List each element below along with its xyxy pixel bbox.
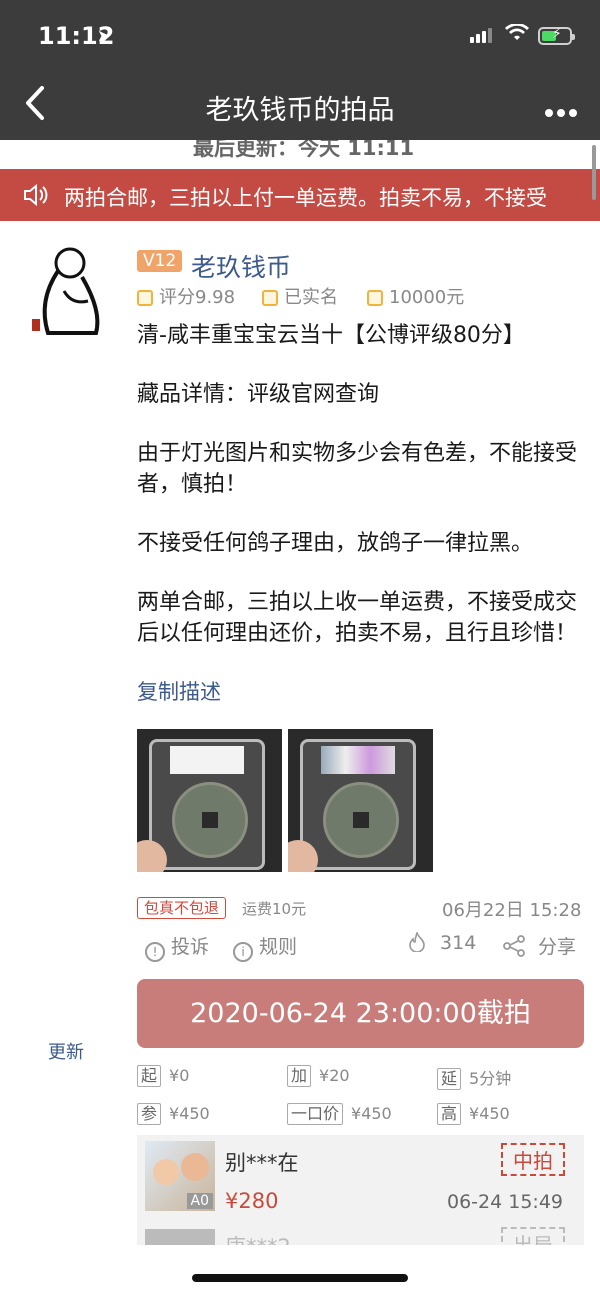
- reference-price-value: ¥450: [169, 1104, 210, 1123]
- share-button[interactable]: 分享: [502, 932, 576, 959]
- start-price-value: ¥0: [169, 1066, 190, 1085]
- page-title: 老玖钱币的拍品: [205, 95, 395, 126]
- start-price: 起 ¥0: [137, 1065, 189, 1087]
- desc-paragraph: 藏品详情：评级官网查询: [137, 382, 380, 407]
- guarantee-badge: 包真不包退: [137, 897, 227, 919]
- item-title: 清-咸丰重宝宝云当十【公博评级80分】: [137, 323, 525, 348]
- refresh-button[interactable]: 更新: [48, 1038, 84, 1064]
- bidder-avatar[interactable]: A0: [145, 1141, 215, 1211]
- speaker-icon: [22, 182, 48, 212]
- buy-now-value: ¥450: [351, 1104, 392, 1123]
- desc-paragraph: 两单合邮，三拍以上收一单运费，不接受成交后以任何理由还价，拍卖不易，且行且珍惜！: [137, 590, 578, 646]
- share-label: 分享: [538, 936, 577, 958]
- post-date: 06月22日 15:28: [442, 900, 582, 921]
- item-photo-back[interactable]: [288, 729, 433, 872]
- verified-text: 已实名: [284, 287, 338, 308]
- top-bar: 11:12 ➤ ⚡ 老玖钱币的拍品: [0, 0, 600, 140]
- last-updated-text: 最后更新：今天 11:11: [193, 140, 415, 160]
- scrollbar[interactable]: [592, 145, 596, 200]
- share-icon: [502, 935, 532, 958]
- high-price: 高 ¥450: [437, 1103, 510, 1125]
- copy-description-link[interactable]: 复制描述: [137, 676, 221, 706]
- bidder-level: A0: [186, 1193, 213, 1209]
- id-verified-icon: [262, 290, 278, 306]
- extension-key: 延: [437, 1068, 462, 1090]
- buy-now-price: 一口价 ¥450: [287, 1103, 392, 1125]
- bid-price: ¥280: [225, 1189, 279, 1213]
- bidder-name: 别***在: [225, 1151, 299, 1175]
- report-button[interactable]: ! 投诉: [145, 932, 209, 962]
- item-description: 清-咸丰重宝宝云当十【公博评级80分】 藏品详情：评级官网查询 由于灯光图片和实…: [137, 320, 585, 677]
- shipping-fee: 运费10元: [242, 900, 307, 918]
- desc-paragraph: 由于灯光图片和实物多少会有色差，不能接受者，慎拍！: [137, 441, 578, 497]
- deposit-icon: [367, 290, 383, 306]
- increment-value: ¥20: [319, 1066, 350, 1085]
- bid-time: 06-24 15:49: [447, 1191, 564, 1213]
- bidder-name: 庚***2: [225, 1231, 291, 1245]
- fire-icon: [408, 930, 432, 954]
- seller-name[interactable]: 老玖钱币: [191, 248, 291, 284]
- battery-icon: ⚡: [538, 26, 575, 45]
- rules-button[interactable]: i 规则: [233, 932, 297, 962]
- deposit-text: 10000元: [389, 287, 465, 308]
- notice-banner: 两拍合邮，三拍以上付一单运费。拍卖不易，不接受: [0, 169, 600, 221]
- reference-price: 参 ¥450: [137, 1103, 210, 1125]
- winning-stamp: 中拍: [501, 1143, 565, 1176]
- views-count: 314: [408, 930, 477, 954]
- more-button[interactable]: [545, 102, 581, 121]
- rules-label: 规则: [259, 936, 298, 958]
- rating-icon: [137, 290, 153, 306]
- desc-paragraph: 不接受任何鸽子理由，放鸽子一律拉黑。: [137, 531, 534, 556]
- bidder-avatar[interactable]: [145, 1229, 215, 1245]
- nav-bar: 老玖钱币的拍品: [0, 72, 600, 140]
- seller-avatar[interactable]: [18, 241, 120, 343]
- item-photo-front[interactable]: [137, 729, 282, 872]
- increment-key: 加: [287, 1065, 312, 1087]
- outbid-stamp: 出局: [501, 1227, 565, 1245]
- extension-value: 5分钟: [469, 1069, 512, 1088]
- increment: 加 ¥20: [287, 1065, 350, 1087]
- last-updated: 最后更新：今天 11:11: [0, 140, 600, 168]
- reference-price-key: 参: [137, 1103, 162, 1125]
- high-price-key: 高: [437, 1103, 462, 1125]
- extension: 延 5分钟: [437, 1065, 511, 1090]
- status-bar: 11:12 ➤ ⚡: [0, 0, 600, 72]
- location-icon: ➤: [97, 26, 111, 45]
- notice-text: 两拍合邮，三拍以上付一单运费。拍卖不易，不接受: [64, 186, 547, 210]
- verified-stat: 已实名: [262, 283, 338, 309]
- signal-icon: [470, 28, 494, 47]
- report-label: 投诉: [171, 936, 210, 958]
- start-price-key: 起: [137, 1065, 162, 1087]
- bid-record-list: A0 别***在 中拍 ¥280 06-24 15:49 庚***2 出局: [137, 1135, 584, 1245]
- rating-stat: 评分9.98: [137, 283, 235, 309]
- wifi-icon: [505, 23, 529, 46]
- high-price-value: ¥450: [469, 1104, 510, 1123]
- seller-level-badge: V12: [137, 250, 183, 272]
- home-indicator[interactable]: [192, 1274, 408, 1282]
- deposit-stat: 10000元: [367, 283, 464, 309]
- views-text: 314: [440, 932, 477, 954]
- auction-end-button[interactable]: 2020-06-24 23:00:00截拍: [137, 979, 584, 1048]
- shield-icon: !: [145, 942, 165, 962]
- buy-now-key: 一口价: [287, 1103, 344, 1125]
- rating-text: 评分9.98: [159, 287, 236, 308]
- info-icon: i: [233, 942, 253, 962]
